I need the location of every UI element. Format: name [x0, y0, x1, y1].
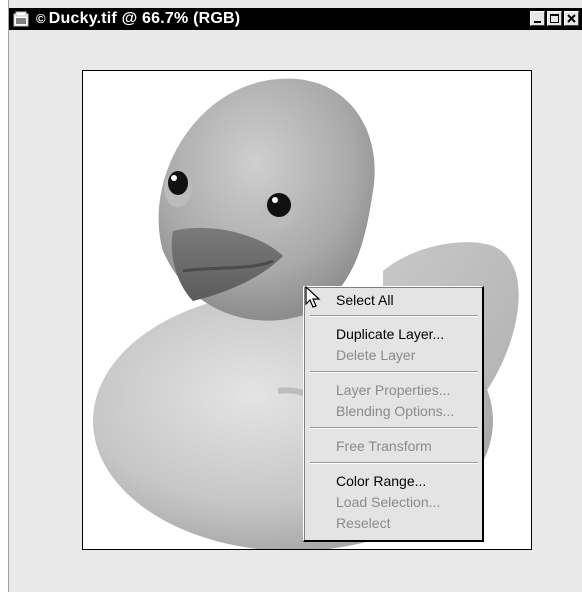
menu-separator	[310, 315, 478, 317]
menu-item-color-range[interactable]: Color Range...	[336, 472, 426, 490]
window-title: © Ducky.tif @ 66.7% (RGB)	[36, 10, 241, 27]
document-icon[interactable]	[13, 11, 29, 27]
title-bar[interactable]: © Ducky.tif @ 66.7% (RGB)	[9, 8, 582, 30]
document-window: © Ducky.tif @ 66.7% (RGB) Select All Dup…	[8, 0, 582, 592]
arrow-cursor-icon	[305, 286, 321, 308]
maximize-icon	[550, 14, 559, 23]
menu-separator	[310, 462, 478, 464]
minimize-button[interactable]	[530, 11, 545, 26]
menu-item-free-transform[interactable]: Free Transform	[336, 437, 432, 455]
menu-item-reselect[interactable]: Reselect	[336, 514, 390, 532]
menu-item-blending-options[interactable]: Blending Options...	[336, 402, 454, 420]
menu-separator	[310, 427, 478, 429]
minimize-icon	[534, 21, 541, 23]
menu-item-load-selection[interactable]: Load Selection...	[336, 493, 440, 511]
context-menu: Select All Duplicate Layer... Delete Lay…	[303, 286, 484, 542]
menu-item-duplicate-layer[interactable]: Duplicate Layer...	[336, 325, 444, 343]
maximize-button[interactable]	[547, 11, 562, 26]
close-icon	[567, 14, 576, 23]
menu-item-select-all[interactable]: Select All	[336, 291, 394, 309]
menu-item-layer-properties[interactable]: Layer Properties...	[336, 381, 450, 399]
close-button[interactable]	[564, 11, 579, 26]
menu-separator	[310, 371, 478, 373]
menu-item-delete-layer[interactable]: Delete Layer	[336, 346, 415, 364]
